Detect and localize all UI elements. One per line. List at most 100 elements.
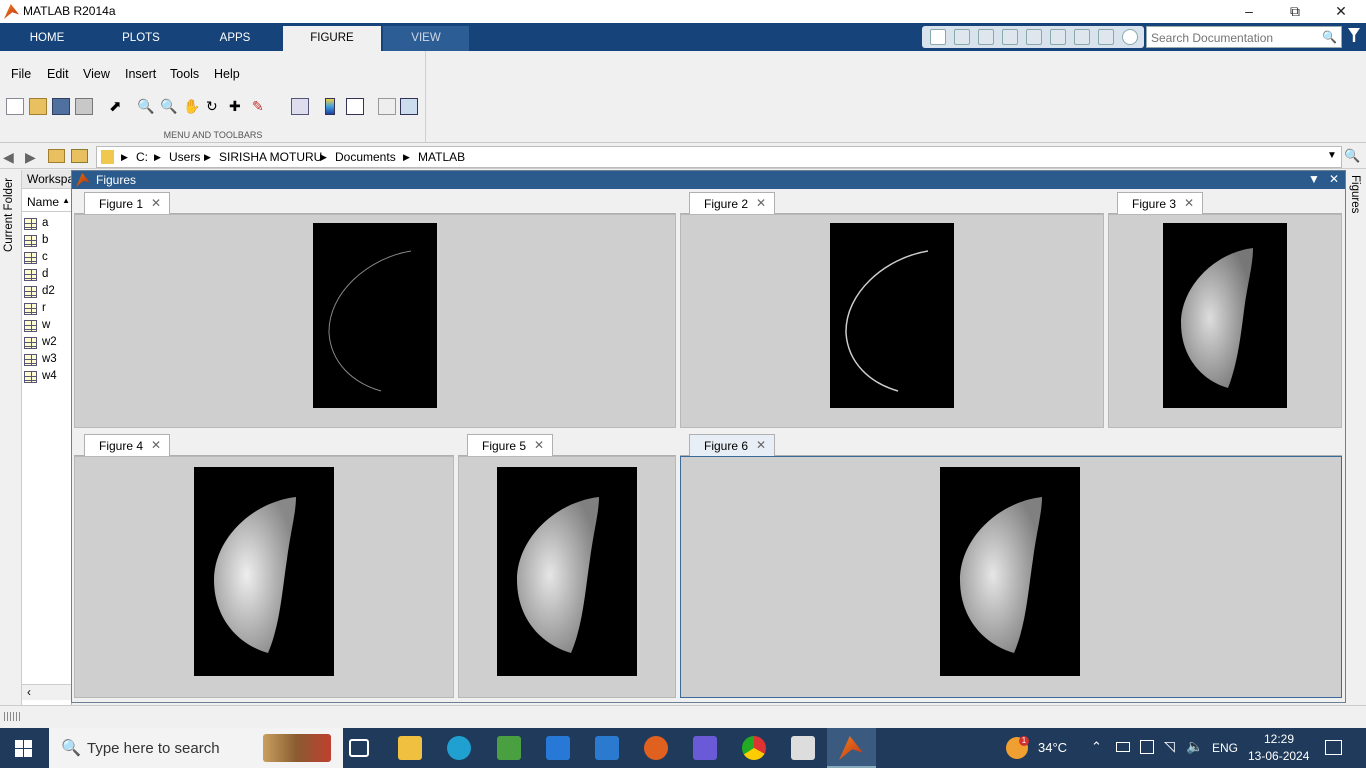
tab-figure-1[interactable]: Figure 1 ✕	[84, 192, 170, 214]
clock-date[interactable]: 13-06-2024	[1248, 749, 1309, 763]
weather-temp[interactable]: 34°C	[1038, 740, 1067, 755]
app-icon[interactable]	[497, 736, 521, 760]
workspace-variable[interactable]: w	[24, 318, 70, 335]
tab-figure[interactable]: FIGURE	[283, 26, 381, 51]
select-arrow-icon[interactable]: ⬈	[109, 98, 127, 115]
zoom-in-icon[interactable]: 🔍	[137, 98, 155, 115]
windows-start-icon[interactable]	[15, 740, 32, 757]
notifications-icon[interactable]	[1325, 740, 1342, 755]
save-figure-icon[interactable]	[52, 98, 70, 115]
workspace-title[interactable]: Workspace	[22, 170, 72, 189]
menu-edit[interactable]: Edit	[47, 67, 69, 81]
tab-view[interactable]: VIEW	[383, 26, 469, 51]
copy-icon[interactable]	[1002, 29, 1018, 45]
restore-button[interactable]: ⧉	[1272, 0, 1318, 23]
hide-plot-tools-icon[interactable]	[378, 98, 396, 115]
chevron-up-icon[interactable]: ⌃	[1091, 739, 1102, 755]
store-icon[interactable]	[546, 736, 570, 760]
forward-arrow-icon[interactable]: ▶	[25, 149, 36, 166]
wifi-icon[interactable]: ◹	[1164, 738, 1175, 755]
crumb-matlab[interactable]: MATLAB	[418, 150, 465, 164]
network-icon[interactable]	[1140, 740, 1154, 754]
redo-icon[interactable]	[1074, 29, 1090, 45]
app-icon[interactable]	[644, 736, 668, 760]
workspace-variable[interactable]: r	[24, 301, 70, 318]
save-icon[interactable]	[954, 29, 970, 45]
battery-icon[interactable]	[1116, 742, 1130, 752]
matlab-taskbar-active[interactable]	[827, 728, 876, 768]
mail-icon[interactable]	[595, 736, 619, 760]
close-tab-icon[interactable]: ✕	[151, 196, 161, 210]
taskbar-search-box[interactable]: 🔍 Type here to search	[49, 728, 343, 768]
tab-apps[interactable]: APPS	[189, 26, 281, 51]
window-actions-icon[interactable]: ▼	[1306, 172, 1322, 188]
print-icon[interactable]	[75, 98, 93, 115]
crumb-drive[interactable]: C:	[136, 150, 148, 164]
tab-figure-3[interactable]: Figure 3 ✕	[1117, 192, 1203, 214]
zoom-out-icon[interactable]: 🔍	[160, 98, 178, 115]
volume-icon[interactable]: 🔈	[1186, 738, 1203, 755]
horizontal-scrollbar[interactable]: ‹	[22, 684, 72, 700]
tab-home[interactable]: HOME	[1, 26, 93, 51]
tab-figure-6[interactable]: Figure 6 ✕	[689, 434, 775, 456]
workspace-variable[interactable]: c	[24, 250, 70, 267]
workspace-variable[interactable]: b	[24, 233, 70, 250]
app-icon[interactable]	[693, 736, 717, 760]
workspace-variable[interactable]: d	[24, 267, 70, 284]
close-tab-icon[interactable]: ✕	[1184, 196, 1194, 210]
close-tab-icon[interactable]: ✕	[534, 438, 544, 452]
close-tab-icon[interactable]: ✕	[756, 438, 766, 452]
new-figure-icon[interactable]	[6, 98, 24, 115]
path-dropdown-icon[interactable]: ▼	[1327, 150, 1337, 161]
open-file-icon[interactable]	[29, 98, 47, 115]
chrome-icon[interactable]	[742, 736, 766, 760]
figures-side-tab[interactable]: Figures	[1349, 175, 1361, 213]
menu-help[interactable]: Help	[214, 67, 240, 81]
workspace-variable[interactable]: w2	[24, 335, 70, 352]
browse-folder-icon[interactable]	[71, 149, 88, 163]
current-folder-path[interactable]: ▶ C: ▶ Users ▶ SIRISHA MOTURU ▶ Document…	[96, 146, 1342, 168]
search-documentation-box[interactable]: 🔍	[1146, 26, 1342, 48]
app-icon[interactable]	[791, 736, 815, 760]
close-tab-icon[interactable]: ✕	[151, 438, 161, 452]
brush-icon[interactable]: ✎	[252, 98, 270, 115]
crumb-users[interactable]: Users	[169, 150, 200, 164]
show-plot-tools-icon[interactable]	[400, 98, 418, 115]
data-cursor-icon[interactable]: ✚	[229, 98, 247, 115]
menu-tools[interactable]: Tools	[170, 67, 199, 81]
undo-icon[interactable]	[1050, 29, 1066, 45]
scroll-left-icon[interactable]: ‹	[27, 685, 31, 699]
tab-figure-5[interactable]: Figure 5 ✕	[467, 434, 553, 456]
crumb-user-folder[interactable]: SIRISHA MOTURU	[219, 150, 322, 164]
workspace-variable[interactable]: w3	[24, 352, 70, 369]
task-view-icon[interactable]	[349, 739, 369, 757]
close-figures-icon[interactable]: ✕	[1326, 172, 1342, 188]
paste-icon[interactable]	[1026, 29, 1042, 45]
switch-windows-icon[interactable]	[1098, 29, 1114, 45]
find-files-icon[interactable]: 🔍	[1344, 148, 1360, 164]
crumb-documents[interactable]: Documents	[335, 150, 396, 164]
tab-figure-4[interactable]: Figure 4 ✕	[84, 434, 170, 456]
workspace-variable[interactable]: w4	[24, 369, 70, 386]
cut-icon[interactable]	[978, 29, 994, 45]
clock-time[interactable]: 12:29	[1264, 732, 1294, 746]
search-icon[interactable]: 🔍	[1322, 30, 1337, 44]
name-column-header[interactable]: Name ▲	[22, 194, 72, 212]
rotate-3d-icon[interactable]: ↻	[206, 98, 224, 115]
search-input[interactable]	[1151, 30, 1321, 46]
pan-icon[interactable]: ✋	[183, 98, 201, 115]
close-tab-icon[interactable]: ✕	[756, 196, 766, 210]
link-plot-icon[interactable]	[291, 98, 309, 115]
language-indicator[interactable]: ENG	[1212, 741, 1238, 755]
file-explorer-icon[interactable]	[398, 736, 422, 760]
edge-icon[interactable]	[447, 736, 471, 760]
workspace-variable[interactable]: a	[24, 216, 70, 233]
menu-insert[interactable]: Insert	[125, 67, 156, 81]
tab-figure-2[interactable]: Figure 2 ✕	[689, 192, 775, 214]
help-icon[interactable]	[1122, 29, 1138, 45]
tab-plots[interactable]: PLOTS	[95, 26, 187, 51]
menu-file[interactable]: File	[11, 67, 31, 81]
menu-view[interactable]: View	[83, 67, 110, 81]
up-folder-icon[interactable]	[48, 149, 65, 163]
minimize-button[interactable]: –	[1226, 0, 1272, 23]
